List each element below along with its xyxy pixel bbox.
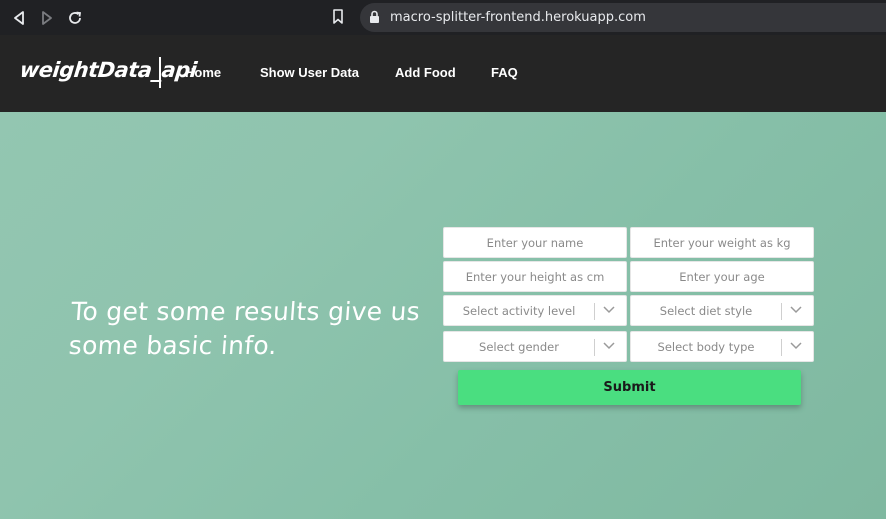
nav-divider (159, 57, 161, 88)
chevron-down-icon (790, 306, 802, 314)
select-separator (781, 303, 782, 320)
age-placeholder: Enter your age (679, 269, 765, 284)
chevron-down-icon (790, 342, 802, 350)
address-bar[interactable]: macro-splitter-frontend.herokuapp.com (360, 3, 886, 32)
nav-link-faq[interactable]: FAQ (491, 65, 518, 80)
activity-level-select[interactable]: Select activity level (443, 295, 627, 326)
name-placeholder: Enter your name (486, 235, 584, 250)
bookmark-icon[interactable] (332, 9, 348, 27)
forward-icon (42, 11, 52, 25)
site-navbar: weightData_api Home Show User Data Add F… (0, 35, 886, 112)
name-input[interactable]: Enter your name (443, 227, 627, 258)
select-separator (594, 339, 595, 356)
submit-button[interactable]: Submit (458, 370, 801, 405)
url-text: macro-splitter-frontend.herokuapp.com (390, 10, 646, 25)
nav-link-show-user-data[interactable]: Show User Data (260, 65, 359, 80)
browser-toolbar: macro-splitter-frontend.herokuapp.com (0, 0, 886, 35)
height-input[interactable]: Enter your height as cm (443, 261, 627, 292)
diet-style-select[interactable]: Select diet style (630, 295, 814, 326)
reload-button[interactable] (65, 8, 85, 28)
select-separator (781, 339, 782, 356)
activity-select-label: Select activity level (462, 303, 576, 318)
hero-headline: To get some results give us some basic i… (67, 297, 422, 360)
site-logo[interactable]: weightData_api (19, 58, 198, 82)
select-separator (594, 303, 595, 320)
chevron-down-icon (603, 342, 615, 350)
nav-link-home[interactable]: Home (185, 65, 221, 80)
weight-placeholder: Enter your weight as kg (653, 235, 791, 250)
gender-select-label: Select gender (479, 339, 559, 354)
chevron-down-icon (603, 306, 615, 314)
back-icon (14, 11, 24, 25)
height-placeholder: Enter your height as cm (465, 269, 605, 284)
weight-input[interactable]: Enter your weight as kg (630, 227, 814, 258)
nav-link-add-food[interactable]: Add Food (395, 65, 456, 80)
body-select-label: Select body type (657, 339, 755, 354)
diet-select-label: Select diet style (659, 303, 753, 318)
body-type-select[interactable]: Select body type (630, 331, 814, 362)
back-button[interactable] (9, 8, 29, 28)
gender-select[interactable]: Select gender (443, 331, 627, 362)
age-input[interactable]: Enter your age (630, 261, 814, 292)
forward-button[interactable] (37, 8, 57, 28)
lock-icon (370, 10, 379, 23)
reload-icon (69, 11, 82, 24)
